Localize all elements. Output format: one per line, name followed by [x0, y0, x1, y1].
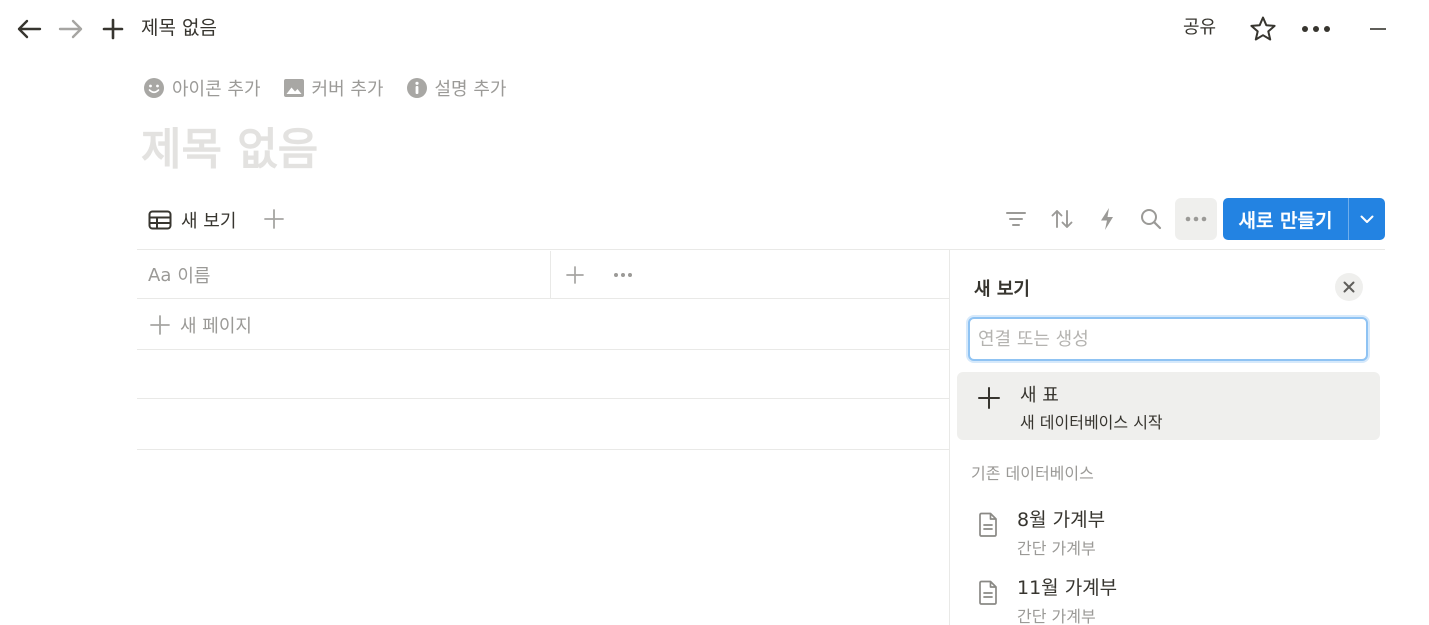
- database-subtitle: 간단 가계부: [1017, 539, 1096, 558]
- page-controls: 아이콘 추가 커버 추가 설명 추가: [143, 74, 506, 102]
- ellipsis-icon: [1185, 216, 1207, 222]
- lightning-icon: [1101, 208, 1113, 230]
- minimize-icon: [1370, 28, 1386, 30]
- add-view-button[interactable]: [262, 205, 286, 233]
- new-button-label[interactable]: 새로 만들기: [1223, 198, 1349, 240]
- top-bar: 제목 없음 공유: [0, 0, 1429, 56]
- search-button[interactable]: [1137, 204, 1165, 234]
- row-divider: [137, 349, 949, 350]
- column-divider: [550, 251, 551, 299]
- plus-icon: [102, 18, 124, 40]
- plus-icon: [975, 384, 1003, 412]
- add-cover-label: 커버 추가: [311, 79, 384, 100]
- plus-icon: [566, 266, 584, 284]
- minimize-button[interactable]: [1366, 14, 1390, 44]
- sort-button[interactable]: [1048, 204, 1076, 234]
- column-header-name[interactable]: Aa 이름: [148, 262, 210, 288]
- plus-icon: [264, 209, 284, 229]
- search-icon: [1141, 209, 1162, 230]
- table-icon: [148, 210, 172, 230]
- ellipsis-icon: [1302, 26, 1330, 32]
- header-bottom-border: [137, 298, 949, 299]
- add-description-button[interactable]: 설명 추가: [406, 75, 507, 101]
- filter-button[interactable]: [1002, 204, 1030, 234]
- new-table-subtitle: 새 데이터베이스 시작: [1020, 413, 1163, 432]
- document-icon: [975, 579, 1001, 607]
- database-item[interactable]: 8월 가계부 간단 가계부: [957, 503, 1380, 563]
- tab-new-view[interactable]: 새 보기: [148, 205, 236, 235]
- forward-button[interactable]: [56, 14, 86, 44]
- share-button[interactable]: 공유: [1183, 15, 1216, 41]
- close-icon: [1343, 281, 1355, 293]
- add-cover-button[interactable]: 커버 추가: [283, 75, 384, 101]
- tab-label: 새 보기: [181, 211, 237, 232]
- new-button[interactable]: 새로 만들기: [1223, 198, 1385, 240]
- view-more-button[interactable]: [1175, 198, 1217, 240]
- database-subtitle: 간단 가계부: [1017, 607, 1096, 625]
- column-name-label: 이름: [177, 266, 211, 287]
- document-icon: [975, 511, 1001, 539]
- new-page-button[interactable]: [98, 14, 128, 44]
- breadcrumb-page-title[interactable]: 제목 없음: [141, 15, 217, 41]
- arrow-left-icon: [17, 19, 42, 39]
- column-more-button[interactable]: [609, 262, 637, 288]
- new-page-label: 새 페이지: [180, 316, 252, 337]
- database-item[interactable]: 11월 가계부 간단 가계부: [957, 571, 1380, 625]
- new-table-title: 새 표: [1020, 385, 1059, 406]
- image-icon: [283, 79, 304, 97]
- automation-button[interactable]: [1093, 204, 1121, 234]
- row-divider: [137, 449, 949, 450]
- star-icon: [1250, 16, 1276, 41]
- ellipsis-icon: [614, 273, 632, 277]
- new-view-panel: 새 보기 새 표 새 데이터베이스 시작 기존 데이터베이스 8월 가계부 간단…: [949, 250, 1429, 625]
- close-button[interactable]: [1335, 273, 1363, 301]
- add-property-button[interactable]: [563, 262, 587, 288]
- new-button-dropdown[interactable]: [1349, 198, 1385, 240]
- arrow-right-icon: [58, 19, 83, 39]
- add-icon-button[interactable]: 아이콘 추가: [143, 75, 261, 101]
- panel-title: 새 보기: [974, 279, 1030, 300]
- database-title: 8월 가계부: [1017, 509, 1106, 531]
- plus-icon: [150, 315, 170, 335]
- info-icon: [406, 78, 427, 98]
- new-page-row[interactable]: 새 페이지: [150, 312, 252, 338]
- page-title[interactable]: 제목 없음: [141, 120, 318, 180]
- link-or-create-input[interactable]: [968, 317, 1368, 361]
- more-options-button[interactable]: [1298, 14, 1334, 44]
- chevron-down-icon: [1360, 215, 1374, 223]
- back-button[interactable]: [14, 14, 44, 44]
- text-property-icon: Aa: [148, 264, 172, 286]
- smiley-icon: [144, 78, 164, 98]
- add-icon-label: 아이콘 추가: [172, 79, 261, 100]
- favorite-button[interactable]: [1248, 14, 1278, 44]
- sort-icon: [1051, 210, 1073, 228]
- new-table-option[interactable]: 새 표 새 데이터베이스 시작: [957, 372, 1380, 440]
- add-description-label: 설명 추가: [434, 79, 507, 100]
- row-divider: [137, 398, 949, 399]
- filter-icon: [1006, 212, 1026, 226]
- existing-databases-label: 기존 데이터베이스: [971, 464, 1094, 483]
- database-title: 11월 가계부: [1017, 577, 1118, 599]
